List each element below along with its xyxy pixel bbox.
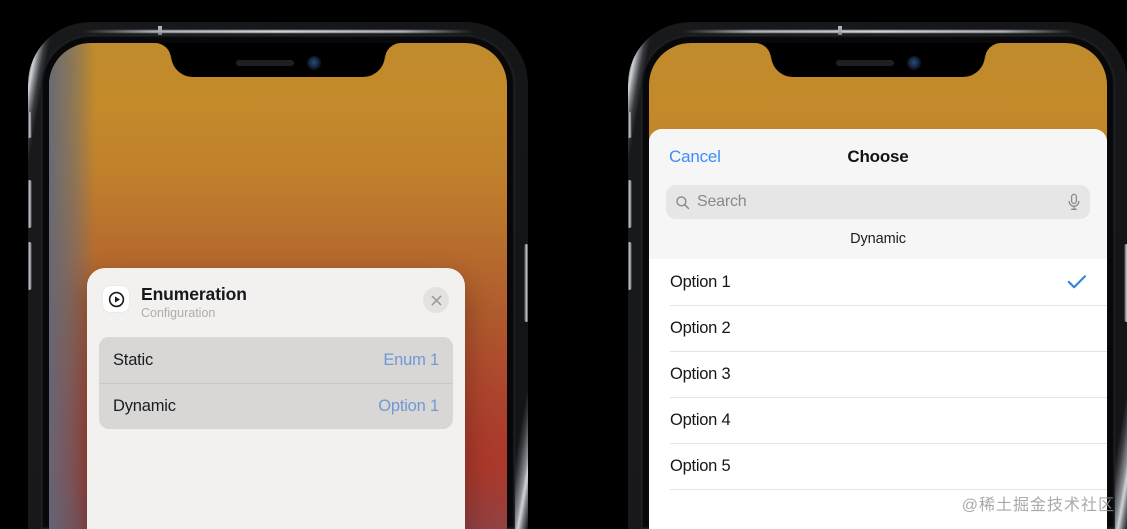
list-item-label: Option 3 [670,364,731,383]
config-row-static[interactable]: Static Enum 1 [99,337,453,383]
configuration-card-titles: Enumeration Configuration [141,284,423,322]
notch-corner-right [385,43,401,59]
config-row-dynamic-value[interactable]: Option 1 [378,397,439,416]
list-item-option-2[interactable]: Option 2 [649,305,1107,351]
option-list: Option 1 Option 2 Option 3 Option 4 Opti… [649,259,1107,529]
close-button[interactable] [423,287,449,313]
configuration-parameter-list: Static Enum 1 Dynamic Option 1 [99,337,453,429]
speaker-slit-icon [836,60,894,66]
front-camera-icon [908,57,920,69]
list-item-option-1[interactable]: Option 1 [649,259,1107,305]
list-item-label: Option 4 [670,410,731,429]
volume-down-button[interactable] [628,242,632,290]
microphone-icon [1068,193,1080,210]
volume-up-button[interactable] [628,180,632,228]
shortcuts-play-icon [103,286,129,312]
configuration-card-subtitle: Configuration [141,306,216,320]
right-phone-top-glint [682,30,1074,33]
power-button[interactable] [524,244,528,322]
choose-picker-sheet: Cancel Choose Search Dynamic Option 1 Op… [649,129,1107,529]
volume-down-button[interactable] [28,242,32,290]
notch-corner-right [985,43,1001,59]
right-phone-notch [771,43,985,77]
left-phone-device: Enumeration Configuration Static Enum 1 [28,22,528,529]
left-phone-top-glint [82,30,474,33]
list-item-option-4[interactable]: Option 4 [649,397,1107,443]
search-icon [676,195,690,209]
config-row-static-label: Static [113,350,154,369]
picker-nav-bar: Cancel Choose [649,129,1107,185]
config-row-dynamic-label: Dynamic [113,397,176,415]
volume-up-button[interactable] [28,180,32,228]
list-separator [670,489,1107,490]
screenshot-stage: Enumeration Configuration Static Enum 1 [0,0,1127,529]
right-phone-screen: Cancel Choose Search Dynamic Option 1 Op… [649,43,1107,529]
list-item-option-3[interactable]: Option 3 [649,351,1107,397]
configuration-card: Enumeration Configuration Static Enum 1 [87,268,465,529]
configuration-card-header: Enumeration Configuration [87,268,465,322]
notch-corner-left [155,43,171,59]
mute-switch-button[interactable] [628,112,632,138]
left-phone-screen: Enumeration Configuration Static Enum 1 [49,43,507,529]
mute-switch-button[interactable] [28,112,32,138]
notch-corner-left [755,43,771,59]
left-phone-notch [171,43,385,77]
list-item-label: Option 5 [670,456,731,475]
search-input[interactable]: Search [697,193,1067,211]
config-row-dynamic[interactable]: Dynamic Option 1 [99,383,453,429]
config-row-static-value[interactable]: Enum 1 [383,351,439,370]
list-item-label: Option 1 [670,272,731,291]
speaker-slit-icon [236,60,294,66]
list-item-label: Option 2 [670,318,731,337]
search-bar[interactable]: Search [666,185,1090,219]
configuration-card-title: Enumeration [141,284,247,304]
cancel-button[interactable]: Cancel [669,147,721,167]
front-camera-icon [308,57,320,69]
close-icon [431,295,441,305]
right-phone-device: Cancel Choose Search Dynamic Option 1 Op… [628,22,1127,529]
section-header-dynamic: Dynamic [649,219,1107,259]
checkmark-icon [1067,275,1087,289]
option-list-tail [649,489,1107,529]
list-item-option-5[interactable]: Option 5 [649,443,1107,489]
